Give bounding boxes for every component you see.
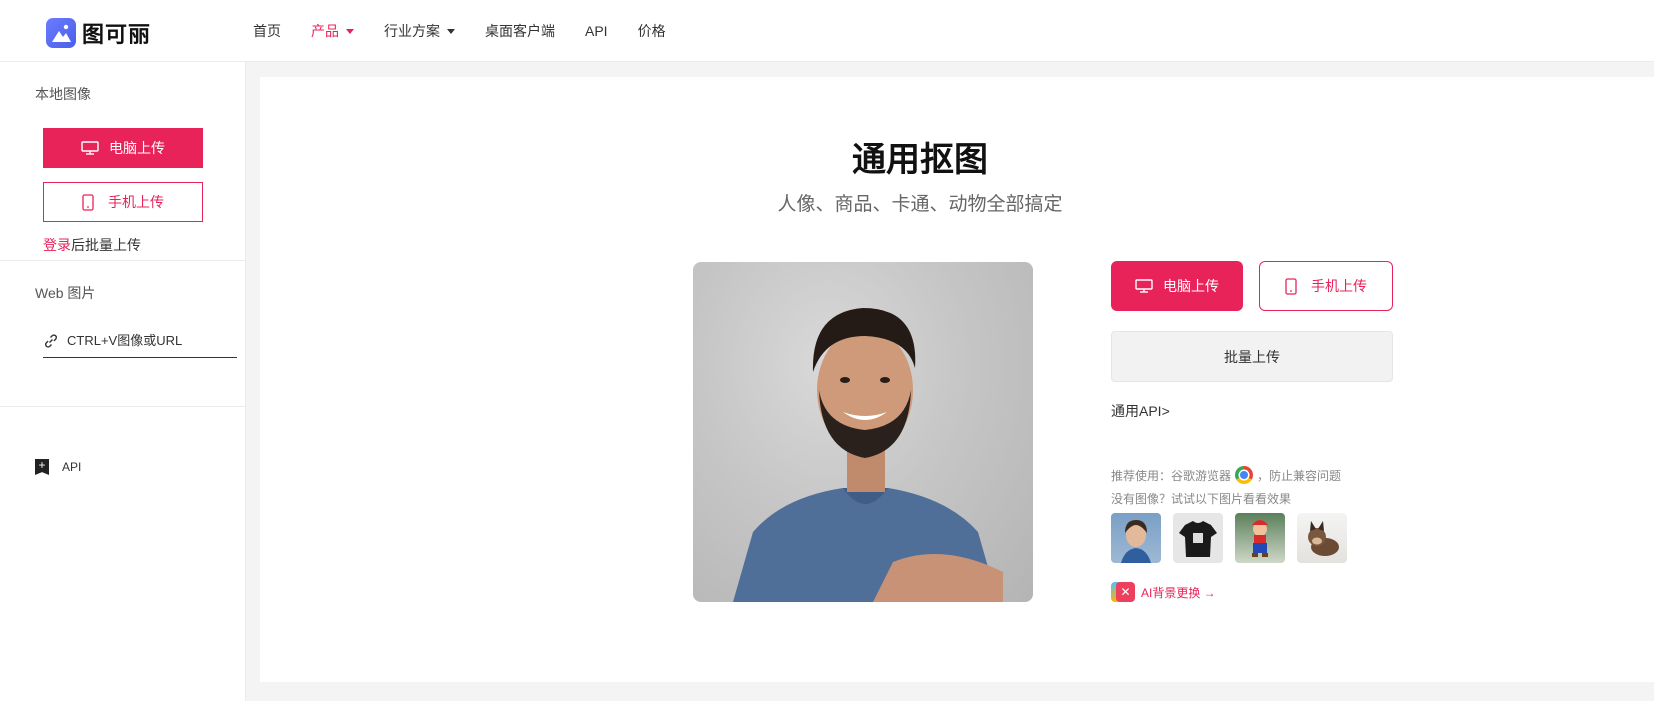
login-suffix: 后批量上传 xyxy=(71,237,141,253)
top-header: 图可丽 首页 产品 行业方案 桌面客户端 API 价格 xyxy=(0,0,1654,62)
main-pc-upload-label: 电脑上传 xyxy=(1163,278,1219,294)
url-input-wrap xyxy=(43,324,237,358)
phone-icon xyxy=(82,193,94,211)
sidebar-divider xyxy=(0,260,246,261)
sample-image-cartoon[interactable] xyxy=(1235,513,1285,563)
ai-background-link[interactable]: ✕ AI背景更换 → xyxy=(1111,582,1216,602)
sidebar: 本地图像 电脑上传 手机上传 登录后批量上传 Web 图片 + API xyxy=(0,62,246,701)
monitor-icon xyxy=(81,141,99,155)
batch-upload-button[interactable]: 批量上传 xyxy=(1111,331,1393,382)
brand-logo[interactable]: 图可丽 xyxy=(46,17,151,49)
demo-portrait-image xyxy=(693,262,1033,602)
main-pc-upload-button[interactable]: 电脑上传 xyxy=(1111,261,1243,311)
sample-image-tshirt[interactable] xyxy=(1173,513,1223,563)
monitor-icon xyxy=(1135,279,1153,293)
main-mobile-upload-button[interactable]: 手机上传 xyxy=(1259,261,1393,311)
main-nav: 首页 产品 行业方案 桌面客户端 API 价格 xyxy=(253,0,696,62)
nav-home[interactable]: 首页 xyxy=(253,21,281,41)
link-icon xyxy=(45,333,57,348)
nav-products[interactable]: 产品 xyxy=(311,21,354,41)
browser-recommendation: 推荐使用：谷歌游览器 ，防止兼容问题 xyxy=(1111,466,1341,484)
page-title: 通用抠图 xyxy=(852,140,988,180)
page-subtitle: 人像、商品、卡通、动物全部搞定 xyxy=(777,194,1063,215)
sidebar-mobile-upload-button[interactable]: 手机上传 xyxy=(43,182,203,222)
sidebar-api-link[interactable]: + API xyxy=(35,459,81,475)
sidebar-mobile-upload-label: 手机上传 xyxy=(108,194,164,210)
main-panel: 通用抠图 人像、商品、卡通、动物全部搞定 电脑上传 手机上传 批量上传 通用AP… xyxy=(260,77,1654,682)
nav-pricing[interactable]: 价格 xyxy=(638,21,666,41)
sample-image-puppy[interactable] xyxy=(1297,513,1347,563)
web-image-label: Web 图片 xyxy=(35,285,96,301)
general-api-link[interactable]: 通用API> xyxy=(1111,401,1170,421)
logo-mountain-icon xyxy=(46,18,76,48)
nav-solutions[interactable]: 行业方案 xyxy=(384,21,455,41)
caret-down-icon xyxy=(447,28,455,34)
nav-products-label: 产品 xyxy=(311,23,339,39)
chrome-icon xyxy=(1235,466,1254,484)
brand-name: 图可丽 xyxy=(82,23,152,48)
bookmark-plus-icon: + xyxy=(35,459,49,475)
nav-api[interactable]: API xyxy=(585,23,608,39)
sidebar-pc-upload-button[interactable]: 电脑上传 xyxy=(43,128,203,168)
caret-down-icon xyxy=(346,28,354,34)
recommend-suffix: ，防止兼容问题 xyxy=(1257,468,1342,483)
sidebar-pc-upload-label: 电脑上传 xyxy=(109,140,165,156)
recommend-prefix: 推荐使用：谷歌游览器 xyxy=(1111,468,1232,483)
sample-images xyxy=(1111,513,1359,563)
main-mobile-upload-label: 手机上传 xyxy=(1311,278,1367,294)
sample-image-child[interactable] xyxy=(1111,513,1161,563)
ai-badge-icon: ✕ xyxy=(1111,582,1135,602)
nav-solutions-label: 行业方案 xyxy=(384,23,440,39)
image-url-input[interactable] xyxy=(67,333,237,348)
ai-background-label: AI背景更换 → xyxy=(1141,585,1216,600)
batch-login-hint: 登录后批量上传 xyxy=(43,235,141,255)
phone-icon xyxy=(1285,277,1297,295)
local-image-label: 本地图像 xyxy=(35,86,91,102)
sidebar-api-label: API xyxy=(62,460,82,474)
sidebar-divider xyxy=(0,406,246,407)
nav-desktop-client[interactable]: 桌面客户端 xyxy=(485,21,555,41)
login-link[interactable]: 登录 xyxy=(43,237,71,253)
sample-hint: 没有图像？试试以下图片看看效果 xyxy=(1111,492,1292,506)
